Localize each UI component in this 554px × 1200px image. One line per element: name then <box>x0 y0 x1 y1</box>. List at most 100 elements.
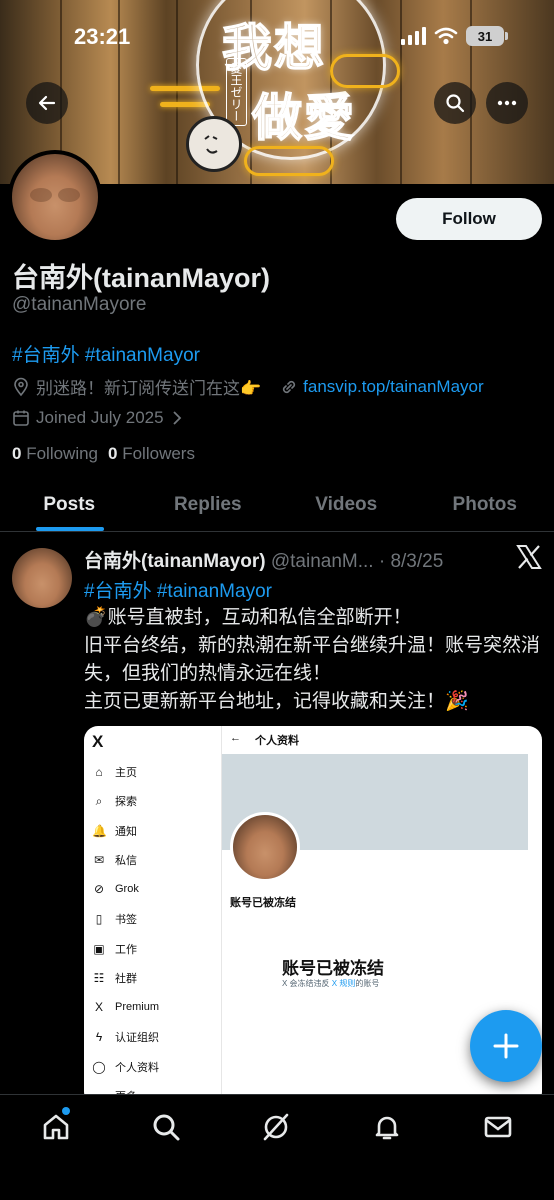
cloud-decoration <box>330 54 400 88</box>
mail-icon: ✉ <box>93 853 105 867</box>
embedded-frozen-title: 账号已被冻结 <box>282 959 384 978</box>
embedded-menu-item: X Premium <box>92 1000 159 1014</box>
embedded-menu-item: ✉ 私信 <box>92 852 137 868</box>
back-button[interactable] <box>26 82 68 124</box>
profile-tabs: Posts Replies Videos Photos <box>0 480 554 532</box>
profile-bio[interactable]: #台南外 #tainanMayor <box>12 340 200 367</box>
embedded-menu-item: ◯ 个人资料 <box>92 1059 159 1075</box>
cloud-decoration <box>244 146 334 176</box>
tab-replies[interactable]: Replies <box>139 480 278 531</box>
calendar-icon <box>13 410 29 426</box>
tweet-text: 💣账号直被封，互动和私信全部断开！ 旧平台终结，新的热潮在新平台继续升温！账号突… <box>84 604 540 716</box>
home-icon <box>43 1114 69 1140</box>
joined-date: Joined July 2025 <box>36 408 164 427</box>
tweet-author-name[interactable]: 台南外(tainanMayor) <box>84 551 266 572</box>
signal-icon <box>401 27 426 45</box>
embedded-menu-label: 工作 <box>115 944 137 956</box>
more-button[interactable] <box>486 82 528 124</box>
status-time: 23:21 <box>74 24 131 49</box>
profile-handle: @tainanMayore <box>12 294 147 315</box>
status-bar: 23:21 31 <box>0 22 554 52</box>
bookmark-icon: ▯ <box>95 912 103 926</box>
tweet-line-1: 💣账号直被封，互动和私信全部断开！ <box>84 607 412 628</box>
bell-icon <box>375 1116 399 1140</box>
compose-button[interactable] <box>470 1010 542 1082</box>
bottom-nav <box>0 1094 554 1200</box>
wifi-icon <box>434 27 458 45</box>
x-logo-icon <box>516 545 542 569</box>
nav-notifications[interactable] <box>369 1109 405 1145</box>
embedded-menu-label: 主页 <box>115 767 137 779</box>
following-count: 0 <box>12 444 22 463</box>
follow-counts: 0 Following 0 Followers <box>12 444 195 464</box>
community-icon: ☷ <box>93 971 105 985</box>
tab-posts[interactable]: Posts <box>0 480 139 531</box>
tweet-hashtags[interactable]: #台南外 #tainanMayor <box>84 576 272 603</box>
joined-row[interactable]: Joined July 2025 <box>12 408 184 428</box>
person-icon: ◯ <box>92 1060 106 1074</box>
following-link[interactable]: 0 Following <box>12 444 98 464</box>
embedded-menu-item: ⊘ Grok <box>92 882 139 896</box>
tab-photos[interactable]: Photos <box>416 480 554 531</box>
embedded-menu-item: ▣ 工作 <box>92 941 137 957</box>
plus-icon <box>493 1033 519 1059</box>
embedded-back-icon: ← <box>230 732 241 744</box>
nav-home[interactable] <box>38 1107 74 1145</box>
nav-grok[interactable] <box>258 1109 294 1145</box>
tweet-line-2: 旧平台终结，新的热潮在新平台继续升温！账号突然消失，但我们的热情永远在线！ <box>84 635 541 684</box>
tweet-avatar[interactable] <box>12 548 72 608</box>
arrow-left-icon <box>38 95 56 111</box>
neon-small-text: 愛王ゼリー <box>226 58 247 126</box>
embedded-sidebar: X ⌂ 主页 ⌕ 探索 🔔 通知 ✉ 私信 ⊘ Grok ▯ 书签 ▣ 工作 ☷ 社群 X Pre… <box>84 726 222 1106</box>
tweet-date: · 8/3/25 <box>378 551 444 572</box>
following-label: Following <box>26 444 99 463</box>
tweet-header: 台南外(tainanMayor) @tainanM... · 8/3/25 <box>84 546 443 573</box>
chevron-right-icon <box>172 411 181 425</box>
follow-button[interactable]: Follow <box>396 198 542 240</box>
nav-search[interactable] <box>148 1109 184 1145</box>
embedded-menu-item: ϟ 认证组织 <box>92 1029 159 1045</box>
embedded-header-title: 个人资料 <box>255 735 299 747</box>
embedded-menu-label: 社群 <box>115 973 137 985</box>
embedded-menu-label: 书签 <box>115 914 137 926</box>
mail-icon <box>484 1116 512 1138</box>
tweet-author-handle: @tainanM... <box>270 551 374 572</box>
search-button[interactable] <box>434 82 476 124</box>
tab-replies-label: Replies <box>173 494 242 515</box>
lightning-icon: ϟ <box>95 1030 103 1044</box>
notification-dot <box>62 1107 70 1115</box>
neon-text-line2: 做愛 <box>251 87 356 148</box>
embedded-menu-item: ⌕ 探索 <box>92 793 137 809</box>
grok-icon <box>263 1113 289 1141</box>
embedded-menu-item: ⌂ 主页 <box>92 764 137 780</box>
location-icon <box>14 377 28 396</box>
nav-messages[interactable] <box>480 1109 516 1145</box>
tab-videos[interactable]: Videos <box>277 480 416 531</box>
note-post: 的账号 <box>355 979 380 988</box>
tab-posts-label: Posts <box>43 494 96 515</box>
profile-location: 别迷路！新订阅传送门在这👉 <box>36 379 262 398</box>
profile-avatar[interactable] <box>8 150 102 244</box>
embedded-x-logo: X <box>92 732 104 751</box>
grok-icon: ⊘ <box>93 882 105 896</box>
tweet-x-logo <box>516 545 542 574</box>
embedded-menu-label: Grok <box>115 883 139 895</box>
followers-label: Followers <box>122 444 195 463</box>
tab-photos-label: Photos <box>452 494 517 515</box>
home-icon: ⌂ <box>95 765 103 779</box>
embedded-avatar <box>230 812 300 882</box>
search-icon <box>446 94 465 113</box>
profile-website-link[interactable]: fansvip.top/tainanMayor <box>303 377 484 397</box>
embedded-menu-label: 私信 <box>115 855 137 867</box>
premium-icon: X <box>94 1000 103 1014</box>
embedded-menu-item: ▯ 书签 <box>92 911 137 927</box>
link-icon <box>283 380 296 393</box>
embedded-menu-label: 通知 <box>115 826 137 838</box>
tweet-line-3: 主页已更新新平台地址，记得收藏和关注！🎉 <box>84 691 469 712</box>
embedded-frozen-note: X 会冻结违反 X 规则的账号 <box>282 978 379 989</box>
followers-link[interactable]: 0 Followers <box>108 444 195 464</box>
bell-icon: 🔔 <box>92 824 107 838</box>
active-tab-indicator <box>36 527 104 531</box>
briefcase-icon: ▣ <box>93 942 105 956</box>
more-icon <box>497 100 517 106</box>
